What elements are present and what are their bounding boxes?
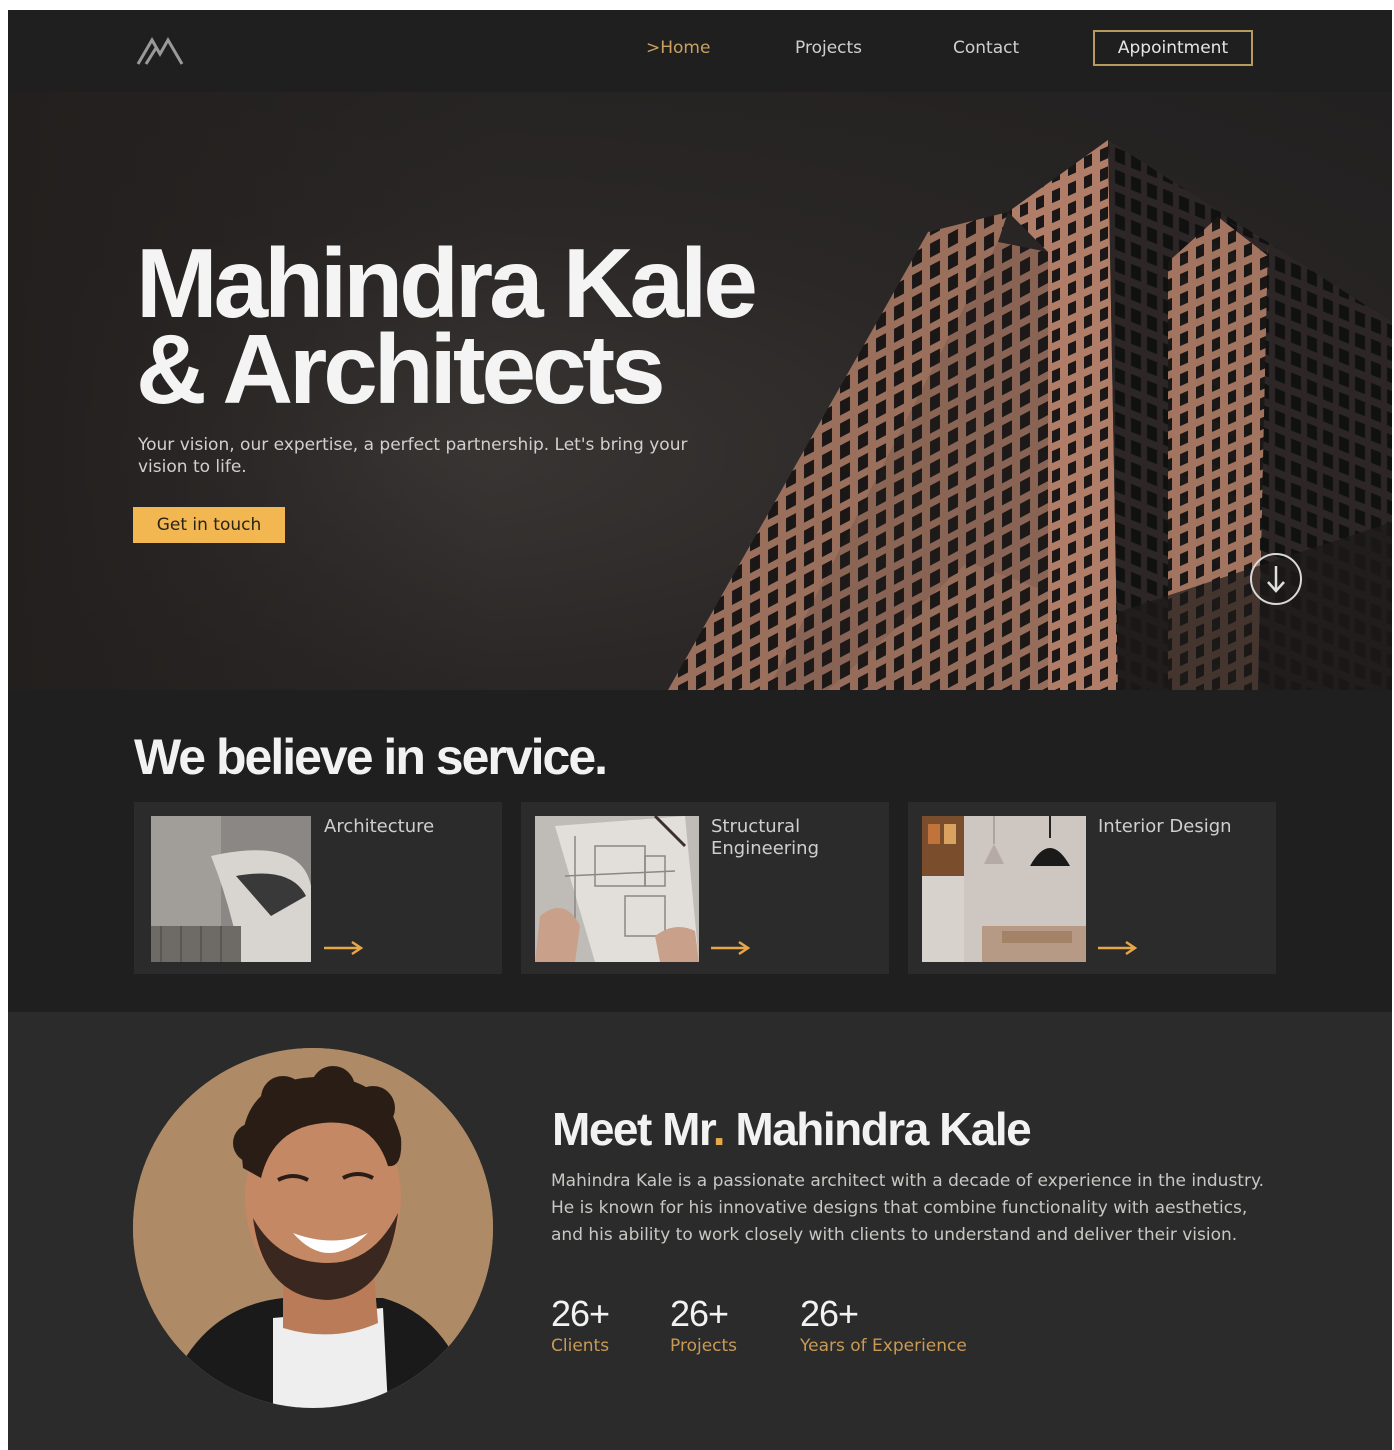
mountain-logo-icon[interactable] bbox=[136, 34, 186, 66]
page: >Home Projects Contact Appointment Mahin… bbox=[8, 10, 1392, 1450]
arrow-right-icon[interactable] bbox=[324, 940, 364, 956]
services-title: We believe in service. bbox=[134, 729, 608, 785]
service-card-title: Interior Design bbox=[1098, 816, 1232, 837]
nav-link-contact[interactable]: Contact bbox=[953, 38, 1019, 58]
stat-label: Clients bbox=[551, 1336, 610, 1356]
hero-title: Mahindra Kale & Architects bbox=[136, 234, 758, 424]
appointment-button[interactable]: Appointment bbox=[1093, 30, 1253, 66]
stat-label: Projects bbox=[670, 1336, 738, 1356]
stat-label: Years of Experience bbox=[800, 1336, 967, 1356]
about-title-name: Mahindra Kale bbox=[724, 1103, 1031, 1155]
arrow-right-icon[interactable] bbox=[711, 940, 751, 956]
stat-projects: 26+ Projects bbox=[670, 1293, 738, 1357]
about-description: Mahindra Kale is a passionate architect … bbox=[551, 1171, 1264, 1245]
services-section: We believe in service. Architecture Stru… bbox=[8, 690, 1392, 1012]
get-in-touch-button[interactable]: Get in touch bbox=[133, 507, 285, 543]
arrow-down-circle-icon bbox=[1267, 566, 1285, 593]
blueprint-image bbox=[535, 816, 699, 962]
stat-value: 26+ bbox=[551, 1293, 610, 1334]
about-title: Meet Mr. Mahindra Kale bbox=[552, 1102, 1032, 1156]
top-navbar: >Home Projects Contact Appointment bbox=[8, 10, 1392, 92]
service-card-architecture[interactable]: Architecture bbox=[134, 802, 502, 974]
hero-title-line2: & Architects bbox=[136, 314, 666, 424]
service-card-title: Structural Engineering bbox=[711, 816, 819, 859]
interior-image bbox=[922, 816, 1086, 962]
about-section: Meet Mr. Mahindra Kale Mahindra Kale is … bbox=[8, 1012, 1392, 1450]
nav-link-projects[interactable]: Projects bbox=[795, 38, 862, 58]
about-title-prefix: Meet Mr bbox=[552, 1103, 714, 1155]
stat-years-experience: 26+ Years of Experience bbox=[800, 1293, 967, 1357]
stat-value: 26+ bbox=[800, 1293, 859, 1334]
about-title-dot: . bbox=[712, 1103, 726, 1155]
hero-subtitle: Your vision, our expertise, a perfect pa… bbox=[138, 435, 688, 477]
hero-section: Mahindra Kale & Architects Your vision, … bbox=[8, 92, 1392, 690]
service-card-interior-design[interactable]: Interior Design bbox=[908, 802, 1276, 974]
portrait-avatar bbox=[133, 1048, 493, 1408]
stat-clients: 26+ Clients bbox=[551, 1293, 610, 1357]
architecture-image bbox=[151, 816, 311, 962]
arrow-right-icon[interactable] bbox=[1098, 940, 1138, 956]
nav-link-home[interactable]: >Home bbox=[646, 38, 710, 58]
stat-value: 26+ bbox=[670, 1293, 729, 1334]
scroll-down-button[interactable] bbox=[1250, 553, 1302, 605]
service-card-title: Architecture bbox=[324, 816, 435, 837]
service-card-structural-engineering[interactable]: Structural Engineering bbox=[521, 802, 889, 974]
